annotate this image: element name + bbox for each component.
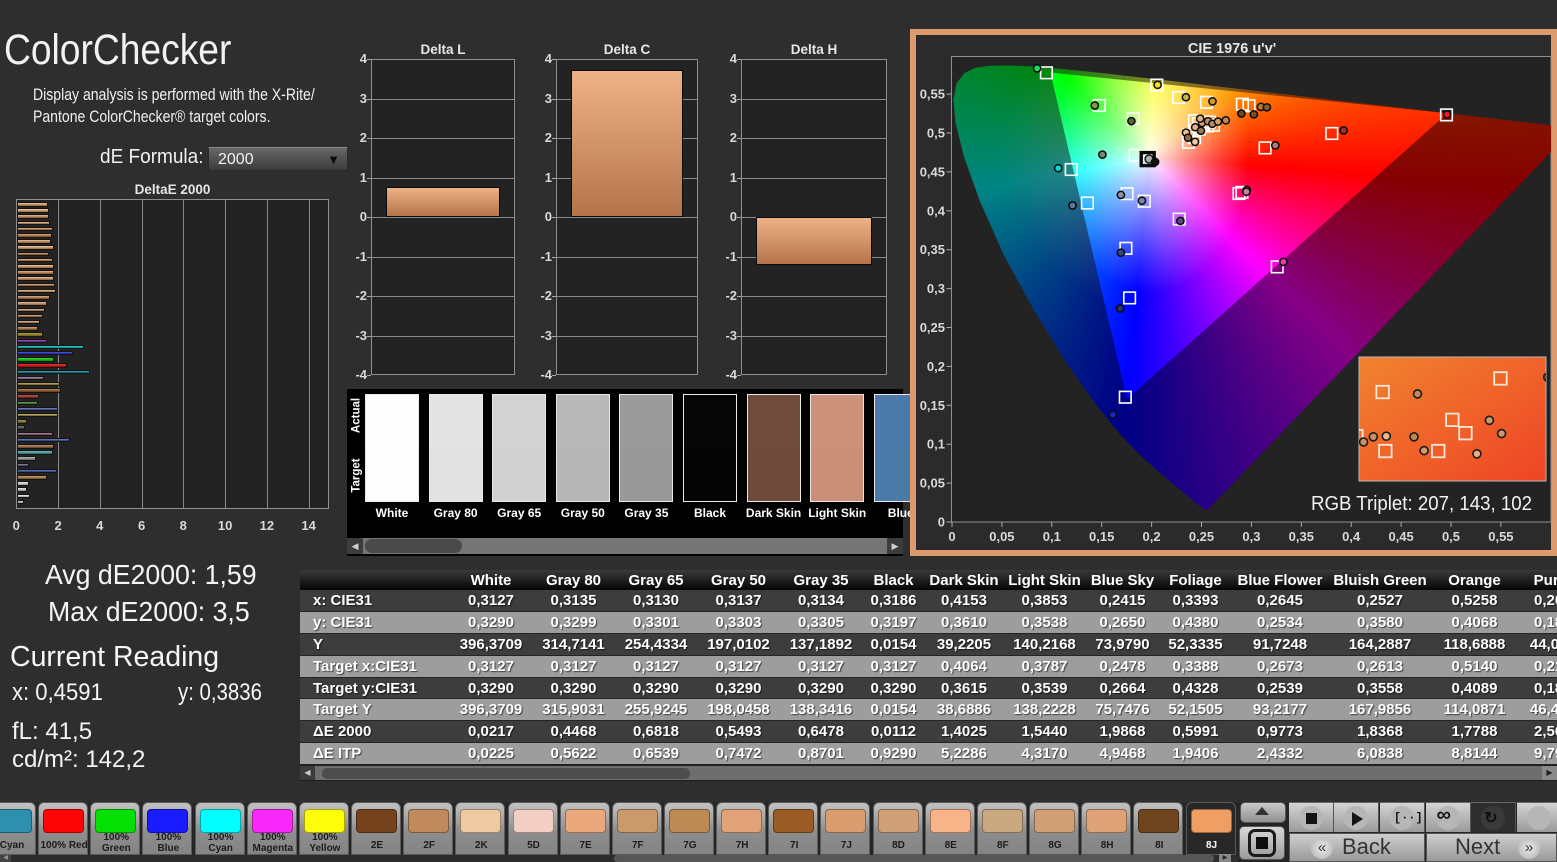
svg-text:0,15: 0,15	[1089, 529, 1114, 544]
svg-text:0,5: 0,5	[927, 126, 945, 141]
svg-text:0,05: 0,05	[989, 529, 1014, 544]
svg-text:0,05: 0,05	[920, 476, 945, 491]
svg-text:0,1: 0,1	[927, 437, 945, 452]
svg-text:0,3: 0,3	[927, 281, 945, 296]
svg-text:0,4: 0,4	[1342, 529, 1361, 544]
svg-text:0,35: 0,35	[1289, 529, 1314, 544]
svg-text:0,55: 0,55	[1488, 529, 1513, 544]
svg-text:0: 0	[938, 515, 945, 530]
svg-text:0,15: 0,15	[920, 398, 945, 413]
svg-text:RGB Triplet: 207, 143, 102: RGB Triplet: 207, 143, 102	[1311, 492, 1532, 515]
svg-text:0,45: 0,45	[1388, 529, 1413, 544]
svg-text:0,4: 0,4	[927, 203, 946, 218]
svg-text:0,25: 0,25	[920, 320, 945, 335]
svg-text:0,55: 0,55	[920, 87, 945, 102]
svg-text:0,25: 0,25	[1189, 529, 1214, 544]
svg-text:0,1: 0,1	[1043, 529, 1061, 544]
svg-text:0,5: 0,5	[1442, 529, 1460, 544]
svg-text:0: 0	[948, 529, 955, 544]
svg-text:0,35: 0,35	[920, 242, 945, 257]
svg-text:0,2: 0,2	[1143, 529, 1161, 544]
svg-text:0,2: 0,2	[927, 359, 945, 374]
svg-text:0,3: 0,3	[1242, 529, 1260, 544]
svg-text:0,45: 0,45	[920, 164, 945, 179]
svg-text:CIE 1976 u'v': CIE 1976 u'v'	[1188, 41, 1276, 57]
